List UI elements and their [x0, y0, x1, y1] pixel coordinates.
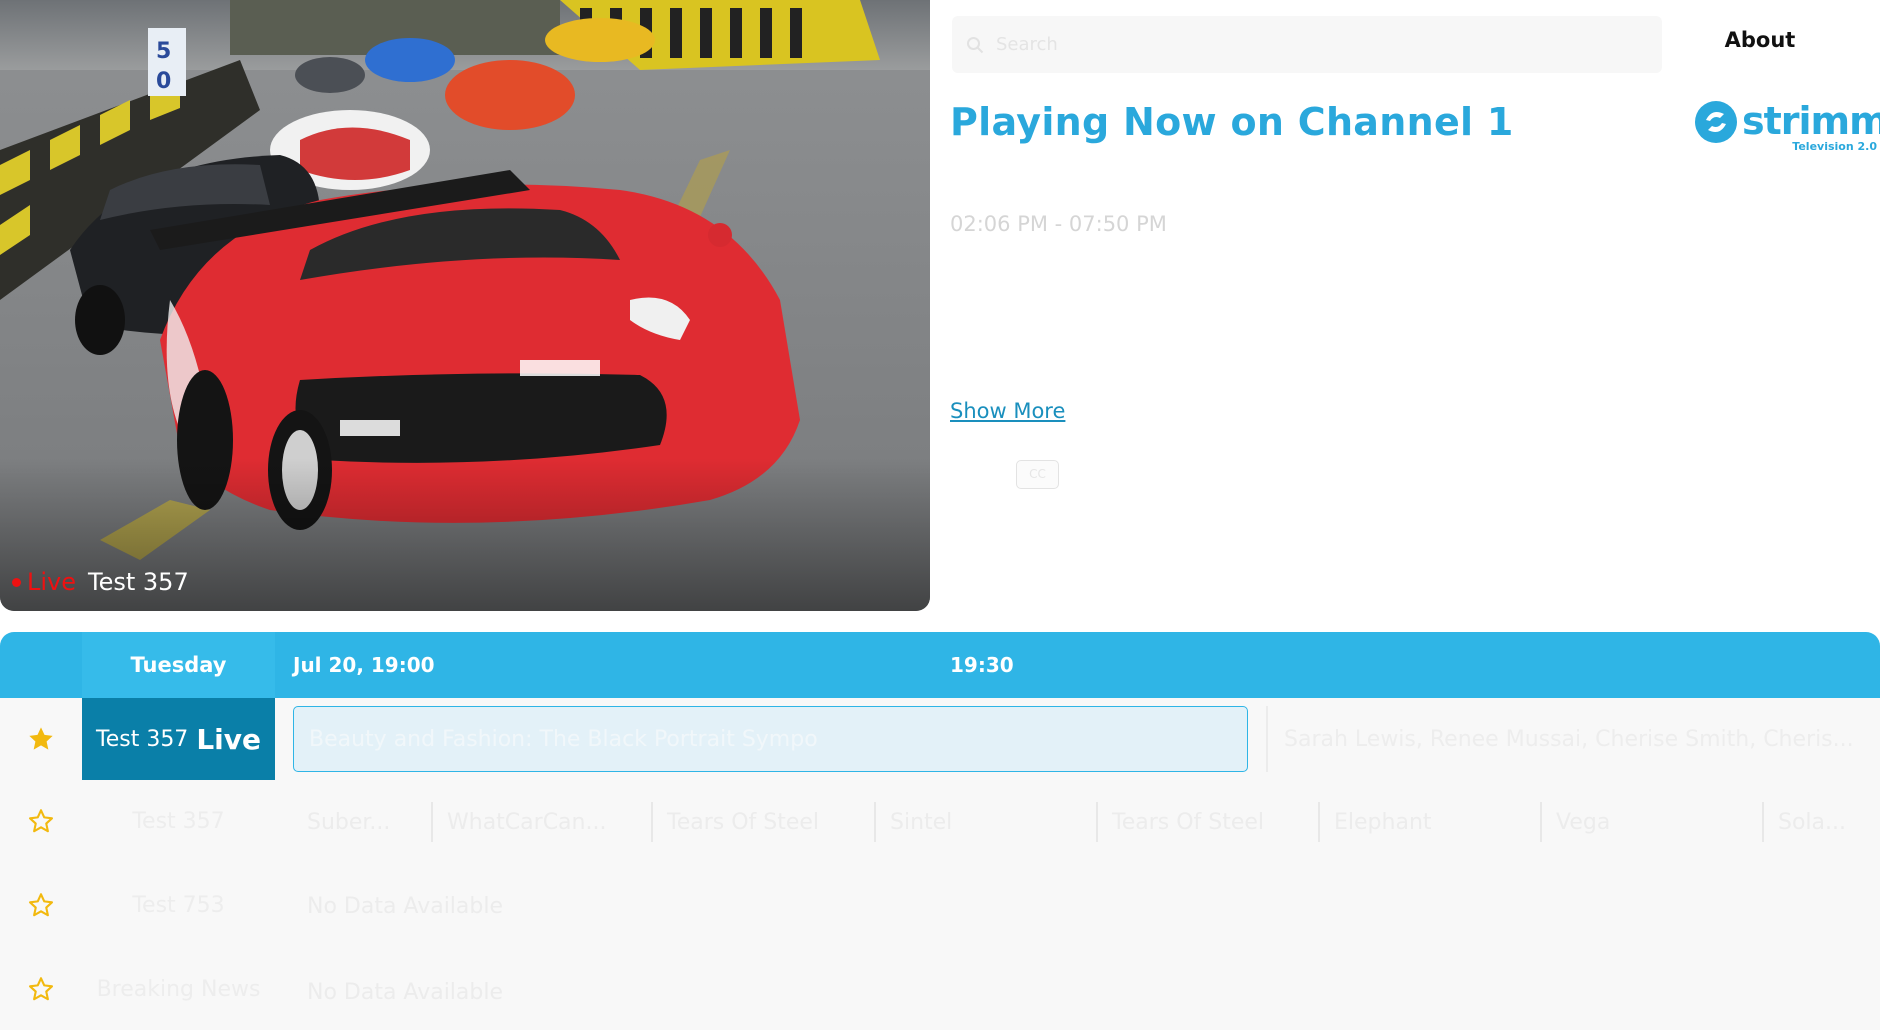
show-more-link[interactable]: Show More — [950, 399, 1065, 423]
program-cell[interactable]: Sola... — [1762, 802, 1872, 842]
star-filled-icon — [29, 727, 53, 750]
channel-cell-active[interactable]: Test 357 Live — [82, 698, 275, 780]
program-cell[interactable]: Tears Of Steel — [1096, 802, 1318, 842]
video-frame-race-cars: 5 0 — [0, 0, 930, 611]
channel-live-tag: Live — [196, 722, 261, 756]
live-indicator: Live Test 357 — [12, 565, 189, 599]
program-next[interactable]: Sarah Lewis, Renee Mussai, Cherise Smith… — [1266, 706, 1856, 772]
program-guide: Tuesday Jul 20, 19:00 19:30 Test 357 Liv… — [0, 632, 1880, 1030]
star-outline-icon — [28, 809, 54, 833]
live-label: Live — [27, 568, 77, 596]
search-icon — [967, 36, 984, 53]
cc-button[interactable]: CC — [1016, 460, 1059, 489]
program-cell[interactable]: Tears Of Steel — [651, 802, 875, 842]
search-bar[interactable] — [952, 16, 1662, 73]
no-data-message: No Data Available — [307, 980, 504, 1005]
live-dot-icon — [12, 577, 21, 587]
program-current[interactable]: Beauty and Fashion: The Black Portrait S… — [293, 706, 1248, 772]
program-cell[interactable]: Suber... — [293, 802, 433, 842]
program-cell[interactable]: WhatCarCan... — [431, 802, 651, 842]
svg-text:strimm: strimm — [1742, 100, 1880, 143]
time-slot-label: 19:30 — [950, 653, 1014, 677]
program-cell[interactable]: Vega — [1540, 802, 1762, 842]
favorite-toggle[interactable] — [0, 864, 82, 946]
guide-day-label: Tuesday — [82, 632, 275, 698]
search-input[interactable] — [996, 34, 1616, 55]
program-cell[interactable]: Sintel — [874, 802, 1096, 842]
channel-name: Test 357 — [96, 726, 189, 752]
player-channel-name: Test 357 — [88, 568, 189, 596]
channel-cell[interactable]: Test 753 — [82, 864, 275, 946]
about-link[interactable]: About — [1710, 28, 1810, 52]
video-player[interactable]: 5 0 — [0, 0, 930, 611]
channel-cell[interactable]: Breaking News — [82, 948, 275, 1030]
no-data-message: No Data Available — [307, 894, 504, 919]
favorite-toggle[interactable] — [0, 780, 82, 862]
guide-header: Tuesday Jul 20, 19:00 19:30 — [0, 632, 1880, 698]
favorite-toggle[interactable] — [0, 698, 82, 780]
channel-cell[interactable]: Test 357 — [82, 780, 275, 862]
star-outline-icon — [28, 977, 54, 1001]
favorite-toggle[interactable] — [0, 948, 82, 1030]
now-playing-title: Playing Now on Channel 1 — [950, 100, 1514, 144]
program-cell[interactable]: Elephant — [1318, 802, 1540, 842]
strimm-logo: strimm Television 2.0 — [1695, 100, 1880, 153]
svg-text:Television 2.0: Television 2.0 — [1792, 140, 1877, 153]
time-slot-label: Jul 20, 19:00 — [293, 653, 435, 677]
star-outline-icon — [28, 893, 54, 917]
app-root: 5 0 — [0, 0, 1880, 1030]
now-playing-time: 02:06 PM - 07:50 PM — [950, 212, 1167, 236]
